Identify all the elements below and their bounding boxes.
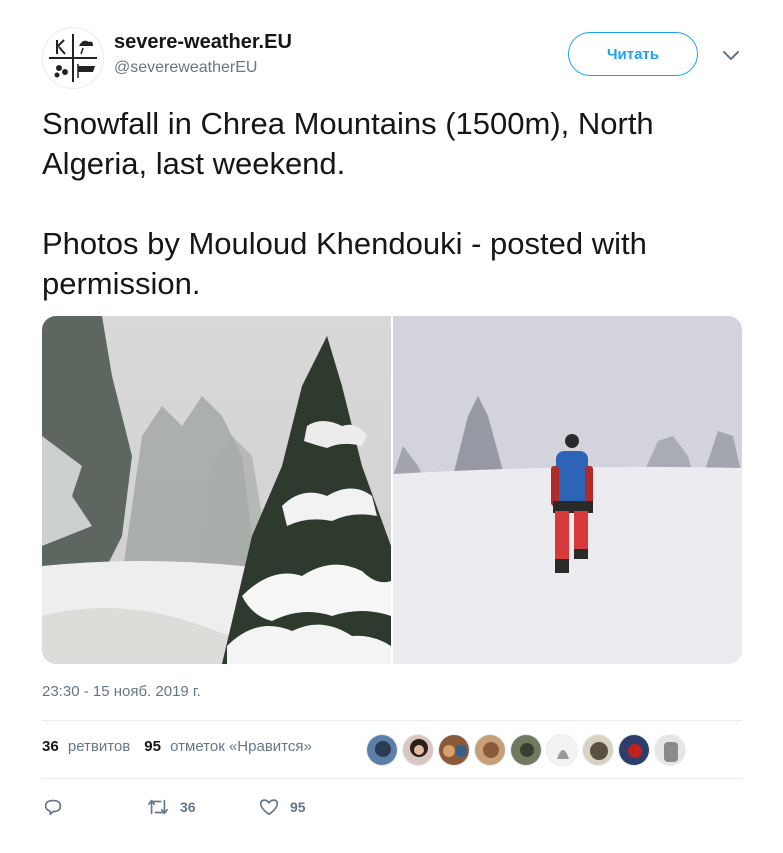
like-icon [259, 799, 279, 816]
retweets-label: ретвитов [67, 738, 131, 755]
liker-avatar[interactable] [438, 734, 470, 766]
media-grid [42, 316, 742, 664]
liker-avatar[interactable] [546, 734, 578, 766]
author-name[interactable]: severe-weather.EU [114, 30, 292, 54]
stats-row: 36 ретвитов 95 отметок «Нравится» [42, 738, 326, 755]
photo-hiker-in-snow[interactable] [393, 316, 742, 664]
author-info[interactable]: severe-weather.EU @severeweatherEU [114, 30, 292, 79]
photo-snowy-trees[interactable] [42, 316, 391, 664]
logo-icon [49, 34, 97, 82]
photo-hiker-in-snow-image [393, 316, 742, 664]
divider [42, 778, 742, 779]
like-button[interactable]: 95 [258, 796, 306, 818]
liker-avatar[interactable] [366, 734, 398, 766]
like-count: 95 [290, 799, 306, 815]
avatar[interactable] [42, 27, 104, 89]
retweets-stat[interactable]: 36 ретвитов [42, 738, 130, 755]
divider [42, 720, 742, 721]
retweet-count: 36 [180, 799, 196, 815]
liker-avatars [366, 734, 690, 766]
likes-count: 95 [144, 738, 161, 755]
follow-button[interactable]: Читать [568, 32, 698, 76]
tweet-text: Snowfall in Chrea Mountains (1500m), Nor… [42, 106, 654, 301]
likes-stat[interactable]: 95 отметок «Нравится» [144, 738, 312, 755]
action-bar: 36 95 [42, 796, 306, 818]
likes-label: отметок «Нравится» [170, 738, 312, 755]
timestamp[interactable]: 23:30 - 15 нояб. 2019 г. [42, 683, 201, 700]
reply-button[interactable] [42, 796, 146, 818]
retweets-count: 36 [42, 738, 59, 755]
liker-avatar[interactable] [510, 734, 542, 766]
chevron-down-icon[interactable] [722, 48, 740, 62]
liker-avatar[interactable] [582, 734, 614, 766]
retweet-icon [148, 799, 168, 815]
retweet-button[interactable]: 36 [146, 796, 258, 818]
liker-avatar[interactable] [402, 734, 434, 766]
reply-icon [44, 799, 62, 816]
liker-avatar[interactable] [474, 734, 506, 766]
liker-avatar[interactable] [654, 734, 686, 766]
photo-snowy-trees-image [42, 316, 391, 664]
liker-avatar[interactable] [618, 734, 650, 766]
author-handle[interactable]: @severeweatherEU [114, 57, 292, 79]
